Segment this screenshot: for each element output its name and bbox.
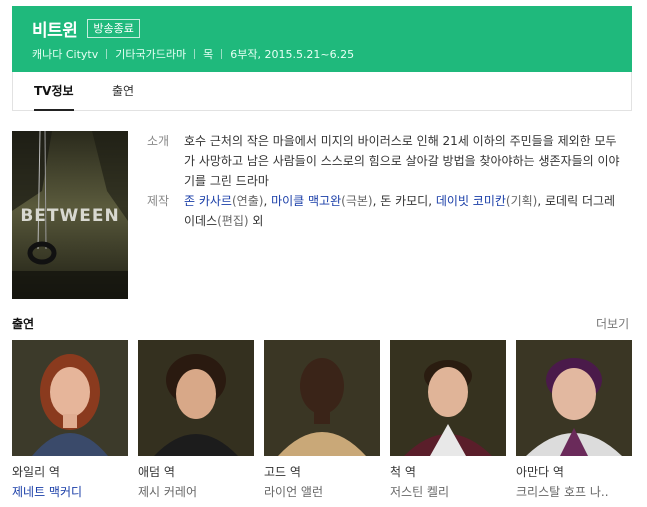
cast-actor: 저스틴 켈리 — [390, 485, 450, 499]
cast-actor: 제시 커레어 — [138, 485, 198, 499]
staff-suffix: 외 — [248, 214, 264, 228]
actor-portrait-icon[interactable] — [138, 340, 254, 456]
staff-separator: , — [263, 194, 272, 208]
intro-text: 호수 근처의 작은 마을에서 미지의 바이러스로 인해 21세 이하의 주민들을… — [184, 134, 620, 188]
meta-divider — [106, 49, 108, 59]
staff-label: 제작 — [147, 194, 170, 208]
cast-role: 애덤 역 — [138, 465, 175, 479]
tab-bar: TV정보 출연 — [12, 72, 632, 111]
staff-separator: , — [537, 194, 546, 208]
meta-channel: 캐나다 Citytv — [32, 48, 99, 61]
staff-row: 제작 존 카사르(연출), 마이클 맥고완(극본), 돈 카모디, 데이빗 코미… — [147, 191, 627, 231]
program-title[interactable]: 비트윈 — [32, 16, 78, 41]
cast-card[interactable]: 고드 역 라이언 앨런 — [264, 340, 380, 500]
actress-portrait-icon[interactable] — [12, 340, 128, 456]
staff-link[interactable]: 존 카사르 — [184, 194, 232, 208]
staff-separator: , — [428, 194, 436, 208]
intro-label: 소개 — [147, 134, 170, 148]
cast-role: 와일리 역 — [12, 465, 60, 479]
program-meta: 캐나다 Citytv 기타국가드라마 목 6부작, 2015.5.21~6.25 — [32, 46, 354, 62]
program-info: 소개 호수 근처의 작은 마을에서 미지의 바이러스로 인해 21세 이하의 주… — [147, 131, 627, 231]
actor-portrait-icon[interactable] — [390, 340, 506, 456]
actress-portrait-icon[interactable] — [516, 340, 632, 456]
cast-role: 아만다 역 — [516, 465, 564, 479]
cast-actor-link[interactable]: 제네트 맥커디 — [12, 483, 128, 500]
title-row: 비트윈 방송종료 — [32, 16, 140, 41]
poster-logo-text: BETWEEN — [20, 206, 119, 226]
tab-tv-info[interactable]: TV정보 — [34, 72, 74, 111]
cast-card[interactable]: 와일리 역 제네트 맥커디 — [12, 340, 128, 500]
meta-genre: 기타국가드라마 — [115, 48, 187, 61]
staff-list: 존 카사르(연출), 마이클 맥고완(극본), 돈 카모디, 데이빗 코미칸(기… — [184, 191, 624, 231]
intro-row: 소개 호수 근처의 작은 마을에서 미지의 바이러스로 인해 21세 이하의 주… — [147, 131, 627, 191]
meta-divider — [221, 49, 223, 59]
program-poster[interactable]: BETWEEN — [12, 131, 128, 299]
cast-role: 고드 역 — [264, 465, 301, 479]
more-link[interactable]: 더보기 — [596, 315, 629, 332]
meta-day: 목 — [203, 48, 214, 61]
staff-role: (기획) — [505, 194, 538, 208]
cast-card[interactable]: 척 역 저스틴 켈리 — [390, 340, 506, 500]
program-header: 비트윈 방송종료 캐나다 Citytv 기타국가드라마 목 6부작, 2015.… — [12, 6, 632, 72]
cast-card[interactable]: 애덤 역 제시 커레어 — [138, 340, 254, 500]
staff-name: 돈 카모디 — [380, 194, 429, 208]
staff-role: (연출) — [231, 194, 264, 208]
cast-actor: 라이언 앨런 — [264, 485, 324, 499]
cast-actor: 크리스탈 호프 나.. — [516, 485, 609, 499]
staff-link[interactable]: 마이클 맥고완 — [271, 194, 341, 208]
staff-link[interactable]: 데이빗 코미칸 — [436, 194, 506, 208]
cast-section-title: 출연 — [12, 317, 35, 331]
meta-divider — [194, 49, 196, 59]
cast-card[interactable]: 아만다 역 크리스탈 호프 나.. — [516, 340, 632, 500]
staff-role: (편집) — [217, 214, 249, 228]
actor-portrait-icon[interactable] — [264, 340, 380, 456]
staff-role: (극본) — [341, 194, 373, 208]
tab-cast[interactable]: 출연 — [112, 72, 134, 110]
status-badge: 방송종료 — [87, 19, 140, 38]
meta-episodes: 6부작, 2015.5.21~6.25 — [230, 48, 355, 61]
cast-role: 척 역 — [390, 465, 416, 479]
